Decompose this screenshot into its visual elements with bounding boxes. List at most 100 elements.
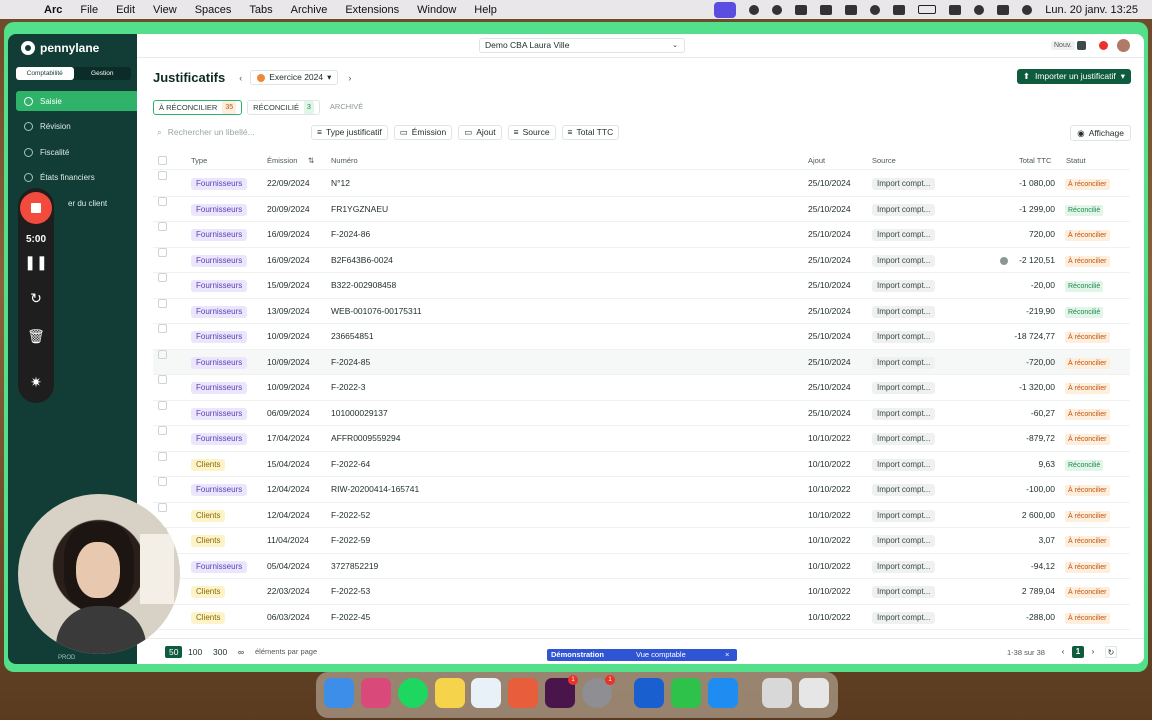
col-source[interactable]: Source: [872, 152, 896, 170]
table-row[interactable]: Fournisseurs 16/09/2024 B2F643B6-0024 25/10…: [153, 247, 1130, 273]
trash-icon[interactable]: 🗑: [18, 328, 54, 345]
page-size-50[interactable]: 50: [165, 646, 183, 658]
table-row[interactable]: Clients 11/04/2024 F-2022-59 10/10/2022 Impo…: [153, 528, 1130, 554]
menu-archive[interactable]: Archive: [291, 4, 328, 16]
next-page-icon[interactable]: ›: [1087, 646, 1099, 658]
battery-icon[interactable]: [918, 5, 937, 14]
row-checkbox[interactable]: [158, 375, 167, 384]
menu-app[interactable]: Arc: [44, 4, 62, 16]
avatar[interactable]: [1117, 39, 1130, 52]
table-row[interactable]: Fournisseurs 17/04/2024 AFFR0009559294 10/1…: [153, 426, 1130, 452]
filter-source[interactable]: ≡ Source: [507, 125, 556, 140]
select-all-checkbox[interactable]: [158, 156, 167, 165]
search-icon[interactable]: [974, 4, 985, 15]
row-checkbox[interactable]: [158, 502, 167, 512]
menubar-clock[interactable]: Lun. 20 janv. 13:25: [1045, 4, 1138, 16]
table-row[interactable]: Fournisseurs 22/09/2024 N°12 25/10/2024 Impo…: [153, 171, 1130, 197]
table-row[interactable]: Fournisseurs 15/09/2024 B322-002908458 25/1…: [153, 273, 1130, 299]
current-page[interactable]: 1: [1072, 646, 1084, 658]
row-checkbox[interactable]: [158, 349, 167, 359]
filter-ajout[interactable]: ▭ Ajout: [458, 125, 502, 140]
sidebar-item-saisie[interactable]: Saisie: [16, 91, 137, 111]
freeform-icon[interactable]: [471, 678, 501, 708]
cloud-icon[interactable]: [795, 4, 808, 15]
slack-icon[interactable]: 1: [545, 675, 578, 708]
menu-file[interactable]: File: [80, 4, 98, 16]
table-row[interactable]: Fournisseurs 10/09/2024 F-2024-85 25/10/202…: [153, 349, 1130, 375]
finder-icon[interactable]: [324, 678, 354, 708]
trash-icon[interactable]: [799, 678, 829, 708]
stop-record-button[interactable]: [20, 192, 52, 224]
tab-reconcilie[interactable]: RÉCONCILIÉ 3: [247, 100, 320, 115]
row-checkbox[interactable]: [158, 196, 167, 206]
col-ajout[interactable]: Ajout: [808, 152, 825, 170]
briefcase-icon[interactable]: [845, 4, 858, 15]
menu-help[interactable]: Help: [474, 4, 497, 16]
restart-icon[interactable]: ↻: [18, 290, 54, 307]
col-emission[interactable]: Émission: [267, 152, 297, 170]
sidebar-item-etats-financiers[interactable]: États financiers: [16, 167, 137, 187]
menu-edit[interactable]: Edit: [116, 4, 135, 16]
company-selector[interactable]: Demo CBA Laura Ville ⌄: [479, 38, 685, 53]
new-badge[interactable]: Nouv.: [1051, 41, 1075, 50]
brightness-icon[interactable]: [749, 4, 760, 15]
col-total[interactable]: Total TTC: [1019, 152, 1051, 170]
next-exercise-icon[interactable]: ›: [348, 73, 351, 83]
table-row[interactable]: Fournisseurs 16/09/2024 F-2024-86 25/10/202…: [153, 222, 1130, 248]
megaphone-icon[interactable]: [1077, 41, 1086, 50]
table-row[interactable]: Fournisseurs 05/04/2024 3727852219 10/10/20…: [153, 553, 1130, 579]
effects-icon[interactable]: ✷: [18, 374, 54, 391]
notes-icon[interactable]: [435, 678, 465, 708]
import-button[interactable]: ⬆ Importer un justificatif ▾: [1016, 69, 1131, 84]
password-manager-icon[interactable]: [634, 678, 664, 708]
page-size-100[interactable]: 100: [184, 646, 206, 658]
bluetooth-icon[interactable]: [893, 4, 906, 15]
exercise-selector[interactable]: Exercice 2024 ▾: [250, 70, 339, 85]
row-checkbox[interactable]: [158, 400, 167, 410]
filter-emission[interactable]: ▭ Émission: [393, 125, 453, 140]
display-button[interactable]: ◉ Affichage: [1070, 125, 1131, 141]
table-row[interactable]: Clients 22/03/2024 F-2022-53 10/10/2022 Impo…: [153, 579, 1130, 605]
menu-extensions[interactable]: Extensions: [345, 4, 399, 16]
menu-tabs[interactable]: Tabs: [249, 4, 272, 16]
row-checkbox[interactable]: [158, 426, 167, 435]
table-row[interactable]: Fournisseurs 13/09/2024 WEB-001076-0017531…: [153, 298, 1130, 324]
page-size-all[interactable]: ∞: [234, 646, 248, 658]
podcast-icon[interactable]: [772, 4, 783, 15]
filter-type[interactable]: ≡ Type justificatif: [311, 125, 388, 140]
screen-record-icon[interactable]: [714, 1, 737, 18]
refresh-icon[interactable]: ↻: [1105, 646, 1117, 658]
pause-icon[interactable]: ❚❚: [18, 254, 54, 271]
page-size-300[interactable]: 300: [209, 646, 231, 658]
spotify-icon[interactable]: [398, 678, 428, 708]
table-row[interactable]: Fournisseurs 10/09/2024 F-2022-3 25/10/2024…: [153, 375, 1130, 401]
view-selector[interactable]: Vue comptable: [636, 649, 686, 661]
row-checkbox[interactable]: [158, 298, 167, 308]
segment-comptabilite[interactable]: Comptabilité: [16, 67, 74, 80]
sidebar-item-fiscalite[interactable]: Fiscalité: [16, 142, 137, 162]
row-checkbox[interactable]: [158, 273, 167, 282]
menu-view[interactable]: View: [153, 4, 177, 16]
diamond-icon[interactable]: [820, 4, 833, 15]
affinity-icon[interactable]: [361, 678, 391, 708]
row-checkbox[interactable]: [158, 222, 167, 231]
lock-app-icon[interactable]: [671, 678, 701, 708]
tab-a-reconcilier[interactable]: À RÉCONCILIER 35: [153, 100, 243, 115]
play-icon[interactable]: [870, 4, 881, 15]
brand-logo[interactable]: pennylane: [21, 41, 99, 55]
grid-app-icon[interactable]: [508, 678, 538, 708]
row-checkbox[interactable]: [158, 451, 167, 461]
row-checkbox[interactable]: [158, 477, 167, 486]
app-store-icon[interactable]: [708, 678, 738, 708]
control-center-icon[interactable]: [997, 4, 1010, 15]
documents-icon[interactable]: [762, 678, 792, 708]
search-input[interactable]: ⌕ Rechercher un libellé...: [153, 125, 305, 140]
settings-icon[interactable]: 1: [582, 675, 615, 708]
row-checkbox[interactable]: [158, 324, 167, 333]
close-icon[interactable]: ×: [725, 649, 729, 661]
row-checkbox[interactable]: [158, 247, 167, 257]
prev-page-icon[interactable]: ‹: [1057, 646, 1069, 658]
table-row[interactable]: Fournisseurs 06/09/2024 101000029137 25/10/…: [153, 400, 1130, 426]
table-row[interactable]: Clients 12/04/2024 F-2022-52 10/10/2022 Impo…: [153, 502, 1130, 528]
sidebar-item-revision[interactable]: Révision: [16, 116, 137, 136]
